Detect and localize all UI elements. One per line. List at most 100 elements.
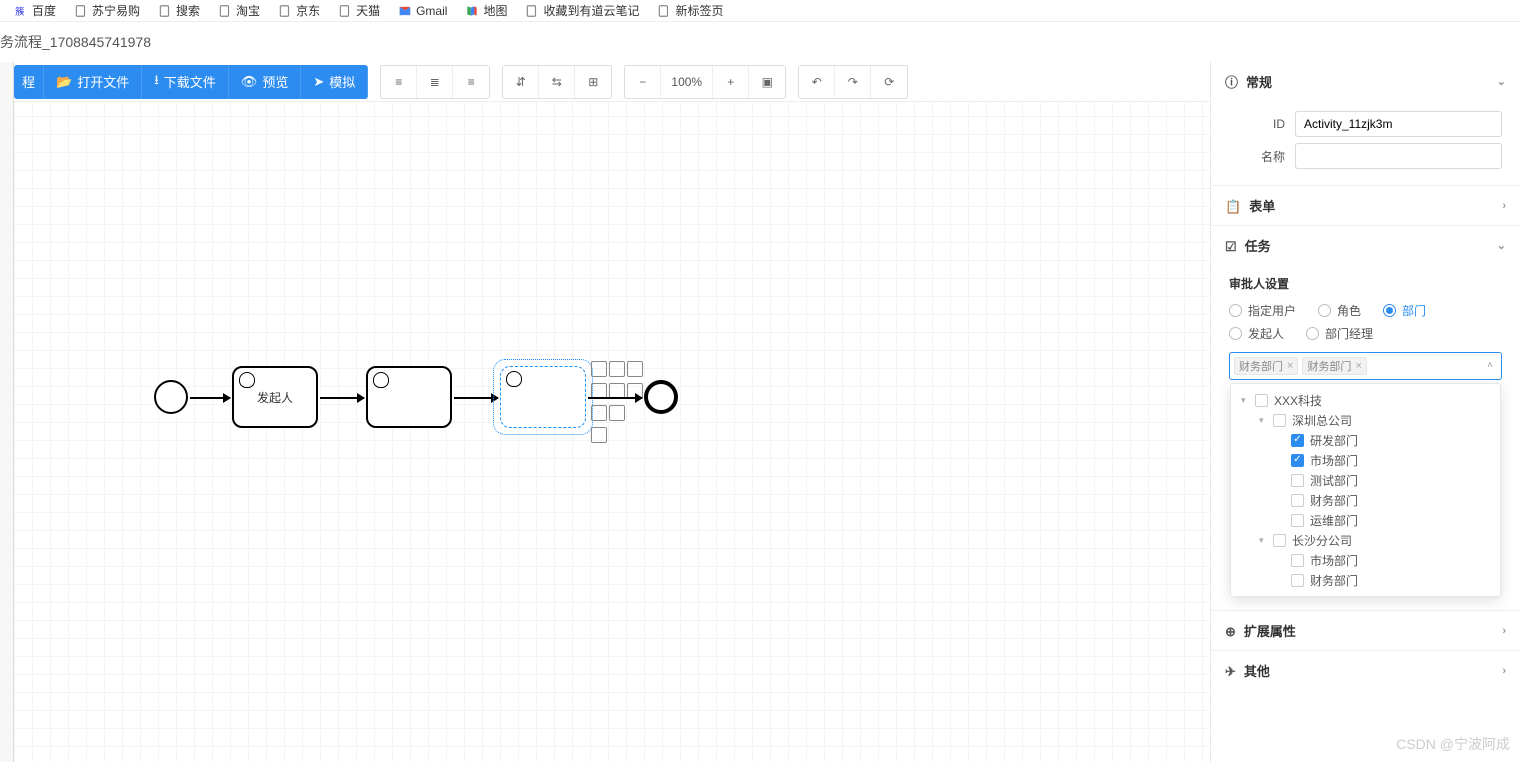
- bookmark-百度[interactable]: 簇百度: [6, 0, 64, 22]
- tree-node-长沙分公司[interactable]: ▾长沙分公司: [1231, 530, 1500, 550]
- approver-title: 审批人设置: [1229, 269, 1502, 296]
- zoom-in-icon[interactable]: +: [713, 66, 749, 98]
- tree-node-财务部门[interactable]: 财务部门: [1231, 570, 1500, 590]
- dist-grid-icon[interactable]: ⊞: [575, 66, 611, 98]
- align-top-icon[interactable]: ≡: [453, 66, 489, 98]
- toolbar: 程 📂打开文件 ⭳下载文件 👁预览 ➤模拟 ≡ ≣ ≡ ⇵ ⇆ ⊞ − 100%…: [14, 62, 1210, 102]
- flow-4[interactable]: [588, 397, 642, 399]
- bookmark-京东[interactable]: 京东: [270, 0, 328, 22]
- name-input[interactable]: [1295, 143, 1502, 169]
- section-form[interactable]: 📋表单 ›: [1211, 186, 1520, 225]
- process-button[interactable]: 程: [14, 65, 44, 99]
- align-group: ≡ ≣ ≡: [380, 65, 490, 99]
- canvas[interactable]: 程 📂打开文件 ⭳下载文件 👁预览 ➤模拟 ≡ ≣ ≡ ⇵ ⇆ ⊞ − 100%…: [14, 62, 1210, 762]
- approver-radios: 指定用户 角色 部门发起人 部门经理: [1229, 296, 1502, 352]
- bookmark-新标签页[interactable]: 新标签页: [649, 0, 731, 22]
- end-event[interactable]: [644, 380, 678, 414]
- undo-icon[interactable]: ↶: [799, 66, 835, 98]
- task-2[interactable]: [366, 366, 452, 428]
- download-button[interactable]: ⭳下载文件: [142, 65, 229, 99]
- bookmark-Gmail[interactable]: Gmail: [390, 0, 455, 22]
- tree-node-财务部门[interactable]: 财务部门: [1231, 490, 1500, 510]
- zoom-fit-icon[interactable]: ▣: [749, 66, 785, 98]
- checkbox-icon[interactable]: [1291, 454, 1304, 467]
- tag-财务部门[interactable]: 财务部门 ×: [1234, 357, 1298, 375]
- chevron-down-icon: ⌄: [1497, 239, 1506, 252]
- checkbox-icon[interactable]: [1273, 534, 1286, 547]
- context-pad[interactable]: [590, 360, 644, 448]
- tree-node-市场部门[interactable]: 市场部门: [1231, 550, 1500, 570]
- bookmark-地图[interactable]: 地图: [457, 0, 515, 22]
- dept-tree-dropdown[interactable]: ▾XXX科技▾深圳总公司研发部门市场部门测试部门财务部门运维部门▾长沙分公司市场…: [1230, 383, 1501, 597]
- task-initiator[interactable]: 发起人: [232, 366, 318, 428]
- simulate-button[interactable]: ➤模拟: [301, 65, 368, 99]
- refresh-icon[interactable]: ⟳: [871, 66, 907, 98]
- radio-部门经理[interactable]: 部门经理: [1306, 325, 1373, 342]
- radio-部门[interactable]: 部门: [1383, 302, 1426, 319]
- align-left-icon[interactable]: ≡: [381, 66, 417, 98]
- watermark: CSDN @宁波阿成: [1396, 734, 1510, 754]
- checkbox-icon[interactable]: [1291, 574, 1304, 587]
- bookmark-天猫[interactable]: 天猫: [330, 0, 388, 22]
- flow-2[interactable]: [320, 397, 364, 399]
- checkbox-icon[interactable]: [1273, 414, 1286, 427]
- bookmark-搜索[interactable]: 搜索: [150, 0, 208, 22]
- task-3-selected[interactable]: [500, 366, 586, 428]
- open-file-button[interactable]: 📂打开文件: [44, 65, 142, 99]
- check-icon: ☑: [1225, 239, 1237, 254]
- dist-h-icon[interactable]: ⇵: [503, 66, 539, 98]
- ctx-arrow-icon[interactable]: [591, 427, 607, 443]
- info-icon: ⓘ: [1225, 75, 1238, 90]
- checkbox-icon[interactable]: [1291, 434, 1304, 447]
- ctx-event-icon[interactable]: [591, 361, 607, 377]
- checkbox-icon[interactable]: [1291, 514, 1304, 527]
- radio-角色[interactable]: 角色: [1318, 302, 1361, 319]
- bookmark-收藏到有道云笔记[interactable]: 收藏到有道云笔记: [517, 0, 647, 22]
- bookmarks-bar: 簇百度苏宁易购搜索淘宝京东天猫Gmail地图收藏到有道云笔记新标签页: [0, 0, 1520, 22]
- checkbox-icon[interactable]: [1291, 554, 1304, 567]
- chevron-right-icon: ›: [1502, 200, 1506, 212]
- zoom-out-icon[interactable]: −: [625, 66, 661, 98]
- section-general[interactable]: ⓘ常规 ⌄: [1211, 62, 1520, 101]
- radio-指定用户[interactable]: 指定用户: [1229, 302, 1296, 319]
- tree-node-市场部门[interactable]: 市场部门: [1231, 450, 1500, 470]
- radio-发起人[interactable]: 发起人: [1229, 325, 1284, 342]
- start-event[interactable]: [154, 380, 188, 414]
- section-other[interactable]: ✈其他 ›: [1211, 651, 1520, 690]
- ctx-text-icon[interactable]: [627, 361, 643, 377]
- align-right-icon[interactable]: ≣: [417, 66, 453, 98]
- general-body: ID 名称: [1211, 101, 1520, 185]
- cursor-icon: ➤: [313, 74, 324, 90]
- ctx-delete-icon[interactable]: [609, 405, 625, 421]
- history-group: ↶ ↷ ⟳: [798, 65, 908, 99]
- flow-1[interactable]: [190, 397, 230, 399]
- tree-node-测试部门[interactable]: 测试部门: [1231, 470, 1500, 490]
- tree-node-研发部门[interactable]: 研发部门: [1231, 430, 1500, 450]
- tree-node-深圳总公司[interactable]: ▾深圳总公司: [1231, 410, 1500, 430]
- checkbox-icon[interactable]: [1291, 494, 1304, 507]
- radio-dot-icon: [1383, 304, 1396, 317]
- checkbox-icon[interactable]: [1291, 474, 1304, 487]
- dept-multiselect[interactable]: 财务部门 ×财务部门 ×˄ ▾XXX科技▾深圳总公司研发部门市场部门测试部门财务…: [1229, 352, 1502, 380]
- section-task[interactable]: ☑任务 ⌄: [1211, 226, 1520, 265]
- bookmark-淘宝[interactable]: 淘宝: [210, 0, 268, 22]
- bookmark-苏宁易购[interactable]: 苏宁易购: [66, 0, 148, 22]
- section-ext[interactable]: ⊕扩展属性 ›: [1211, 611, 1520, 650]
- ctx-gateway-icon[interactable]: [609, 361, 625, 377]
- distribute-group: ⇵ ⇆ ⊞: [502, 65, 612, 99]
- left-rail: [0, 62, 14, 762]
- tag-财务部门[interactable]: 财务部门 ×: [1302, 357, 1366, 375]
- chevron-right-icon: ›: [1502, 665, 1506, 677]
- caret-icon: ▾: [1241, 395, 1249, 406]
- preview-button[interactable]: 👁预览: [229, 65, 302, 99]
- dist-v-icon[interactable]: ⇆: [539, 66, 575, 98]
- tree-node-XXX科技[interactable]: ▾XXX科技: [1231, 390, 1500, 410]
- tree-node-运维部门[interactable]: 运维部门: [1231, 510, 1500, 530]
- flow-3[interactable]: [454, 397, 498, 399]
- tag-close-icon[interactable]: ×: [1355, 360, 1361, 372]
- id-input[interactable]: [1295, 111, 1502, 137]
- tag-close-icon[interactable]: ×: [1287, 360, 1293, 372]
- ctx-wrench-icon[interactable]: [591, 405, 607, 421]
- checkbox-icon[interactable]: [1255, 394, 1268, 407]
- redo-icon[interactable]: ↷: [835, 66, 871, 98]
